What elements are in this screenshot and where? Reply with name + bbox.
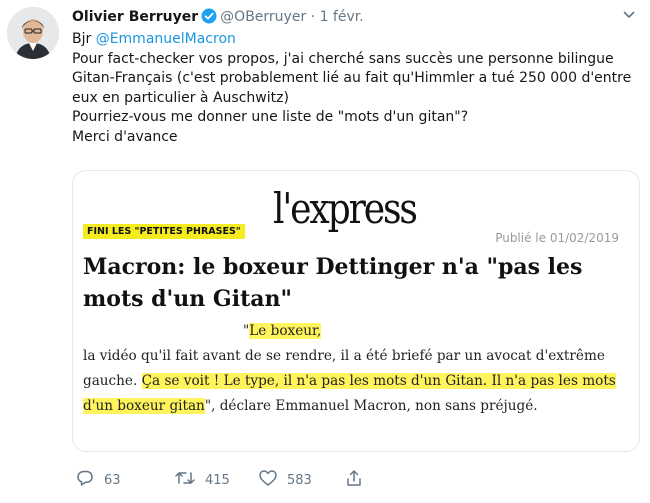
reply-count: 63 (104, 472, 121, 488)
tweet-line-1: Pour fact-checker vos propos, j'ai cherc… (72, 50, 632, 106)
reply-button[interactable]: 63 (75, 468, 121, 492)
tweet-actions: 63 415 583 (72, 468, 632, 492)
retweet-button[interactable]: 415 (174, 468, 230, 492)
avatar[interactable] (7, 7, 59, 59)
article-body: "Le boxeur, la vidéo qu'il fait avant de… (83, 319, 631, 419)
tweet-header: Olivier Berruyer @OBerruyer · 1 févr. (72, 8, 640, 30)
publish-date: Publié le 01/02/2019 (495, 231, 619, 245)
article-tag: FINI LES "PETITES PHRASES" (83, 224, 245, 239)
share-icon (344, 468, 364, 492)
author-name[interactable]: Olivier Berruyer (72, 9, 198, 25)
separator-dot: · (310, 9, 316, 25)
retweet-count: 415 (205, 472, 230, 488)
chevron-down-icon[interactable] (622, 8, 636, 26)
like-button[interactable]: 583 (258, 468, 312, 492)
heart-icon (258, 468, 278, 492)
highlight-1: Le boxeur, (249, 323, 322, 339)
avatar-portrait (7, 7, 59, 59)
tweet-text: Bjr @EmmanuelMacron Pour fact-checker vo… (72, 30, 642, 147)
lexpress-logo: l'express (273, 184, 418, 233)
mention-link[interactable]: @EmmanuelMacron (96, 31, 236, 47)
reply-icon (75, 468, 95, 492)
verified-badge-icon (201, 8, 217, 28)
retweet-icon (174, 468, 196, 492)
tweet-line-3: Merci d'avance (72, 128, 178, 145)
author-handle[interactable]: @OBerruyer (220, 9, 306, 25)
share-button[interactable] (344, 468, 364, 492)
tweet-date[interactable]: 1 févr. (320, 9, 364, 25)
greeting: Bjr (72, 31, 92, 47)
tweet-line-2: Pourriez-vous me donner une liste de "mo… (72, 109, 469, 125)
article-headline: Macron: le boxeur Dettinger n'a "pas les… (83, 254, 583, 312)
media-card[interactable]: l'express FINI LES "PETITES PHRASES" Pub… (72, 170, 640, 452)
like-count: 583 (287, 472, 312, 488)
body-plain-2: ", déclare Emmanuel Macron, non sans pré… (204, 398, 538, 414)
